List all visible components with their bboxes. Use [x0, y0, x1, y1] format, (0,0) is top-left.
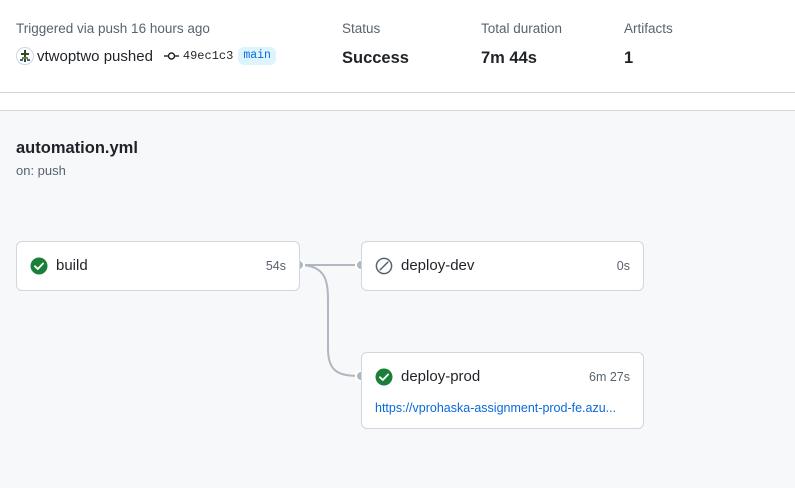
commit-sha-link[interactable]: 49ec1c3: [183, 49, 233, 63]
skip-icon: [375, 257, 393, 275]
job-card-deploy-prod[interactable]: deploy-prod 6m 27s https://vprohaska-ass…: [361, 352, 644, 429]
branch-label[interactable]: main: [238, 47, 276, 65]
trigger-column: Triggered via push 16 hours ago vtwoptwo…: [16, 20, 276, 66]
check-circle-icon: [30, 257, 48, 275]
job-name: deploy-prod: [401, 368, 481, 385]
workflow-trigger: on: push: [16, 163, 66, 178]
job-name: build: [56, 257, 88, 274]
duration-column: Total duration 7m 44s: [481, 20, 562, 68]
job-duration: 54s: [265, 259, 286, 273]
job-name: deploy-dev: [401, 257, 475, 274]
actor-name[interactable]: vtwoptwo pushed: [37, 48, 153, 65]
artifacts-count[interactable]: 1: [624, 48, 673, 68]
job-card-deploy-dev[interactable]: deploy-dev 0s: [361, 241, 644, 291]
connector-build-deploy-prod: [298, 264, 362, 377]
deployment-url-link[interactable]: https://vprohaska-assignment-prod-fe.azu…: [375, 400, 631, 416]
artifacts-label: Artifacts: [624, 21, 673, 36]
artifacts-column: Artifacts 1: [624, 20, 673, 68]
avatar[interactable]: [16, 47, 34, 65]
check-circle-icon: [375, 368, 393, 386]
workflow-file-name[interactable]: automation.yml: [16, 139, 138, 158]
status-value: Success: [342, 49, 409, 67]
commit-icon: [163, 51, 179, 61]
workflow-graph: automation.yml on: push build 54s deploy…: [0, 111, 795, 488]
status-label: Status: [342, 21, 381, 36]
user-avatar-icon: [20, 50, 30, 62]
job-card-build[interactable]: build 54s: [16, 241, 300, 291]
job-duration: 0s: [616, 259, 630, 273]
run-summary: Triggered via push 16 hours ago vtwoptwo…: [0, 0, 795, 93]
duration-label: Total duration: [481, 21, 563, 36]
job-duration: 6m 27s: [589, 370, 630, 384]
duration-value: 7m 44s: [481, 49, 537, 67]
trigger-label: Triggered via push 16 hours ago: [16, 21, 210, 36]
job-connectors: [293, 259, 367, 382]
trigger-details: vtwoptwo pushed 49ec1c3 main: [16, 46, 276, 66]
status-column: Status Success: [342, 20, 409, 68]
